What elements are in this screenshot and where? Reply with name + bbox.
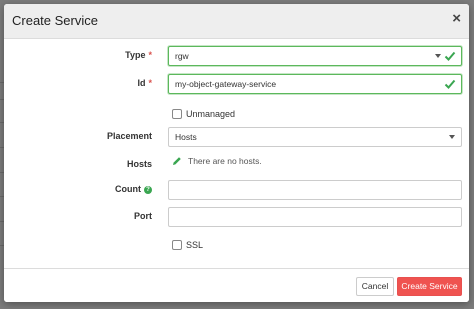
ssl-row: SSL bbox=[4, 238, 469, 258]
create-service-dialog: Create Service × Type * rgw Id * my-object… bbox=[4, 4, 469, 302]
hosts-label: Hosts bbox=[126, 159, 152, 169]
type-value: rgw bbox=[175, 51, 189, 61]
dialog-footer: Cancel Create Service bbox=[4, 268, 469, 302]
chevron-down-icon bbox=[435, 54, 441, 58]
check-icon bbox=[444, 79, 456, 89]
id-label: Id * bbox=[137, 78, 152, 88]
chevron-down-icon bbox=[449, 135, 455, 139]
placement-select[interactable]: Hosts bbox=[168, 127, 462, 147]
close-button[interactable]: × bbox=[452, 11, 461, 26]
placement-label: Placement bbox=[106, 131, 152, 141]
unmanaged-label: Unmanaged bbox=[186, 109, 236, 119]
id-row: Id * my-object-gateway-service bbox=[4, 74, 469, 94]
create-service-button[interactable]: Create Service bbox=[397, 277, 462, 296]
help-icon[interactable]: ? bbox=[144, 186, 152, 194]
hosts-row: Hosts There are no hosts. bbox=[4, 155, 469, 175]
ssl-checkbox-control[interactable]: SSL bbox=[172, 238, 203, 252]
unmanaged-row: Unmanaged bbox=[4, 107, 469, 127]
ssl-label: SSL bbox=[186, 240, 204, 250]
cancel-button[interactable]: Cancel bbox=[356, 277, 394, 296]
pencil-icon[interactable] bbox=[172, 156, 182, 166]
count-label: Count? bbox=[115, 184, 152, 194]
placement-row: Placement Hosts bbox=[4, 127, 469, 147]
count-row: Count? bbox=[4, 180, 469, 200]
placement-value: Hosts bbox=[175, 132, 197, 142]
port-row: Port bbox=[4, 207, 469, 227]
hosts-empty-note: There are no hosts. bbox=[172, 156, 262, 166]
dialog-header: Create Service × bbox=[4, 4, 469, 39]
dialog-title: Create Service bbox=[12, 13, 98, 28]
type-row: Type * rgw bbox=[4, 46, 469, 66]
unmanaged-checkbox[interactable] bbox=[172, 109, 182, 119]
port-label: Port bbox=[134, 211, 152, 221]
hosts-empty-text: There are no hosts. bbox=[188, 156, 262, 166]
ssl-checkbox[interactable] bbox=[172, 240, 182, 250]
type-select[interactable]: rgw bbox=[168, 46, 462, 66]
port-input[interactable] bbox=[168, 207, 462, 227]
count-input[interactable] bbox=[168, 180, 462, 200]
required-marker: * bbox=[148, 50, 152, 60]
type-label: Type * bbox=[125, 50, 152, 60]
check-icon bbox=[444, 51, 456, 61]
id-input[interactable]: my-object-gateway-service bbox=[168, 74, 462, 94]
unmanaged-checkbox-control[interactable]: Unmanaged bbox=[172, 107, 235, 121]
id-value: my-object-gateway-service bbox=[175, 79, 277, 89]
required-marker: * bbox=[148, 78, 152, 88]
